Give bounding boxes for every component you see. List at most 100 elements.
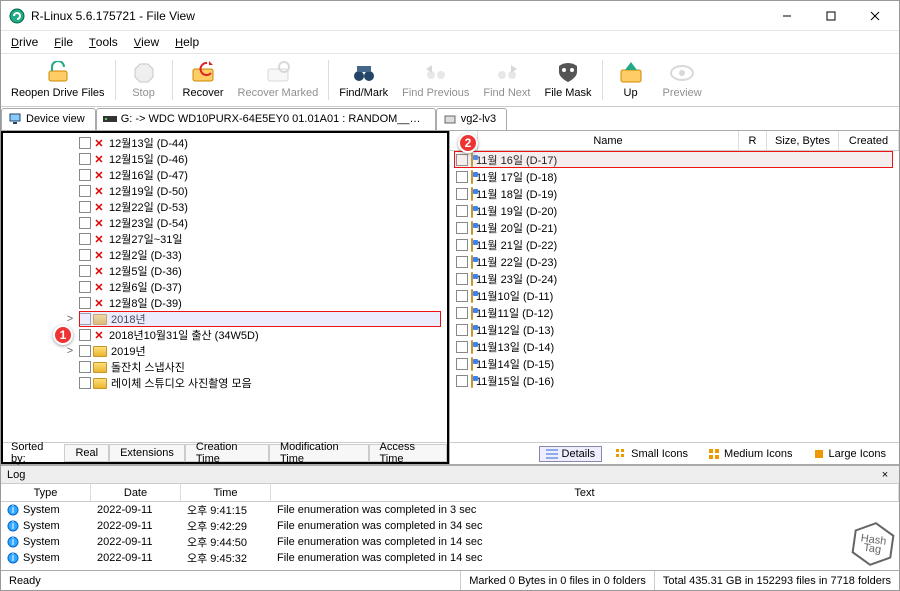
checkbox[interactable] <box>456 171 468 183</box>
log-close-button[interactable]: × <box>877 469 893 481</box>
list-item[interactable]: 11월13일 (D-14) <box>450 338 899 355</box>
col-size[interactable]: Size, Bytes <box>767 131 839 150</box>
checkbox[interactable] <box>456 358 468 370</box>
log-col-date[interactable]: Date <box>91 484 181 501</box>
checkbox[interactable] <box>456 239 468 251</box>
file-list[interactable]: 11월 16일 (D-17)11월 17일 (D-18)11월 18일 (D-1… <box>450 151 899 442</box>
checkbox[interactable] <box>456 341 468 353</box>
recover-button[interactable]: Recover <box>177 55 230 105</box>
checkbox[interactable] <box>79 169 91 181</box>
list-item[interactable]: 11월 18일 (D-19) <box>450 185 899 202</box>
maximize-button[interactable] <box>809 2 853 30</box>
list-item[interactable]: 11월 20일 (D-21) <box>450 219 899 236</box>
view-details[interactable]: Details <box>539 446 603 462</box>
checkbox[interactable] <box>79 249 91 261</box>
tree-item[interactable]: ✕12월16일 (D-47) <box>3 167 447 183</box>
file-mask-button[interactable]: File Mask <box>538 55 597 105</box>
list-item[interactable]: 11월14일 (D-15) <box>450 355 899 372</box>
log-row[interactable]: iSystem2022-09-11오후 9:41:15File enumerat… <box>1 502 899 518</box>
list-item[interactable]: 11월11일 (D-12) <box>450 304 899 321</box>
checkbox[interactable] <box>456 375 468 387</box>
list-item[interactable]: 11월 16일 (D-17) <box>450 151 899 168</box>
list-item[interactable]: 11월10일 (D-11) <box>450 287 899 304</box>
checkbox[interactable] <box>79 281 91 293</box>
log-col-type[interactable]: Type <box>1 484 91 501</box>
menu-drive[interactable]: Drive <box>5 33 44 51</box>
tree-item[interactable]: ✕12월19일 (D-50) <box>3 183 447 199</box>
checkbox[interactable] <box>456 205 468 217</box>
checkbox[interactable] <box>79 377 91 389</box>
checkbox[interactable] <box>79 361 91 373</box>
checkbox[interactable] <box>79 345 91 357</box>
checkbox[interactable] <box>456 273 468 285</box>
tab-vg[interactable]: vg2-lv3 <box>436 108 507 130</box>
col-created[interactable]: Created <box>839 131 899 150</box>
tree-item[interactable]: ✕12월15일 (D-46) <box>3 151 447 167</box>
checkbox[interactable] <box>456 307 468 319</box>
tree-item[interactable]: ✕12월22일 (D-53) <box>3 199 447 215</box>
view-small-icons[interactable]: Small Icons <box>608 446 695 462</box>
tab-drive[interactable]: G: -> WDC WD10PURX-64E5EY0 01.01A01 : RA… <box>96 108 436 130</box>
find-mark-button[interactable]: Find/Mark <box>333 55 394 105</box>
view-medium-icons[interactable]: Medium Icons <box>701 446 799 462</box>
checkbox[interactable] <box>79 297 91 309</box>
tree-item[interactable]: 레이체 스튜디오 사진촬영 모음 <box>3 375 447 391</box>
checkbox[interactable] <box>456 256 468 268</box>
sort-real[interactable]: Real <box>64 444 109 462</box>
checkbox[interactable] <box>79 329 91 341</box>
menu-help[interactable]: Help <box>169 33 205 51</box>
checkbox[interactable] <box>79 201 91 213</box>
checkbox[interactable] <box>456 154 468 166</box>
log-rows[interactable]: iSystem2022-09-11오후 9:41:15File enumerat… <box>1 502 899 570</box>
checkbox[interactable] <box>79 217 91 229</box>
log-col-text[interactable]: Text <box>271 484 899 501</box>
tab-device-view[interactable]: Device view <box>1 108 96 130</box>
col-name[interactable]: Name <box>478 131 739 150</box>
checkbox[interactable] <box>79 233 91 245</box>
checkbox[interactable] <box>456 188 468 200</box>
tree-item[interactable]: ✕12월2일 (D-33) <box>3 247 447 263</box>
tree-item[interactable]: ✕12월27일~31일 <box>3 231 447 247</box>
reopen-drive-files-button[interactable]: Reopen Drive Files <box>5 55 111 105</box>
tree-item[interactable]: ✕12월23일 (D-54) <box>3 215 447 231</box>
checkbox[interactable] <box>79 185 91 197</box>
expander-icon[interactable]: > <box>65 313 75 325</box>
checkbox[interactable] <box>79 265 91 277</box>
list-item[interactable]: 11월15일 (D-16) <box>450 372 899 389</box>
tree-item[interactable]: >2019년 <box>3 343 447 359</box>
list-item[interactable]: 11월 19일 (D-20) <box>450 202 899 219</box>
tree-item[interactable]: ✕12월8일 (D-39) <box>3 295 447 311</box>
col-r[interactable]: R <box>739 131 767 150</box>
tree-item[interactable]: 돌잔치 스냅사진 <box>3 359 447 375</box>
sort-creation[interactable]: Creation Time <box>185 444 269 462</box>
log-row[interactable]: iSystem2022-09-11오후 9:42:29File enumerat… <box>1 518 899 534</box>
list-item[interactable]: 11월12일 (D-13) <box>450 321 899 338</box>
log-row[interactable]: iSystem2022-09-11오후 9:45:32File enumerat… <box>1 550 899 566</box>
list-item[interactable]: 11월 23일 (D-24) <box>450 270 899 287</box>
view-large-icons[interactable]: Large Icons <box>806 446 893 462</box>
checkbox[interactable] <box>456 290 468 302</box>
log-col-time[interactable]: Time <box>181 484 271 501</box>
list-item[interactable]: 11월 17일 (D-18) <box>450 168 899 185</box>
expander-icon[interactable]: > <box>65 345 75 357</box>
up-button[interactable]: Up <box>607 55 655 105</box>
list-item[interactable]: 11월 21일 (D-22) <box>450 236 899 253</box>
checkbox[interactable] <box>79 137 91 149</box>
close-button[interactable] <box>853 2 897 30</box>
menu-tools[interactable]: Tools <box>83 33 124 51</box>
sort-modification[interactable]: Modification Time <box>269 444 369 462</box>
folder-tree[interactable]: ✕12월13일 (D-44)✕12월15일 (D-46)✕12월16일 (D-4… <box>3 133 447 442</box>
sort-extensions[interactable]: Extensions <box>109 444 185 462</box>
tree-item[interactable]: ✕12월5일 (D-36) <box>3 263 447 279</box>
list-item[interactable]: 11월 22일 (D-23) <box>450 253 899 270</box>
tree-item[interactable]: ✕12월13일 (D-44) <box>3 135 447 151</box>
checkbox[interactable] <box>79 313 91 325</box>
menu-view[interactable]: View <box>128 33 165 51</box>
checkbox[interactable] <box>456 324 468 336</box>
tree-item[interactable]: ✕12월6일 (D-37) <box>3 279 447 295</box>
sort-access[interactable]: Access Time <box>369 444 448 462</box>
minimize-button[interactable] <box>765 2 809 30</box>
checkbox[interactable] <box>456 222 468 234</box>
tree-item[interactable]: >2018년 <box>3 311 447 327</box>
checkbox[interactable] <box>79 153 91 165</box>
